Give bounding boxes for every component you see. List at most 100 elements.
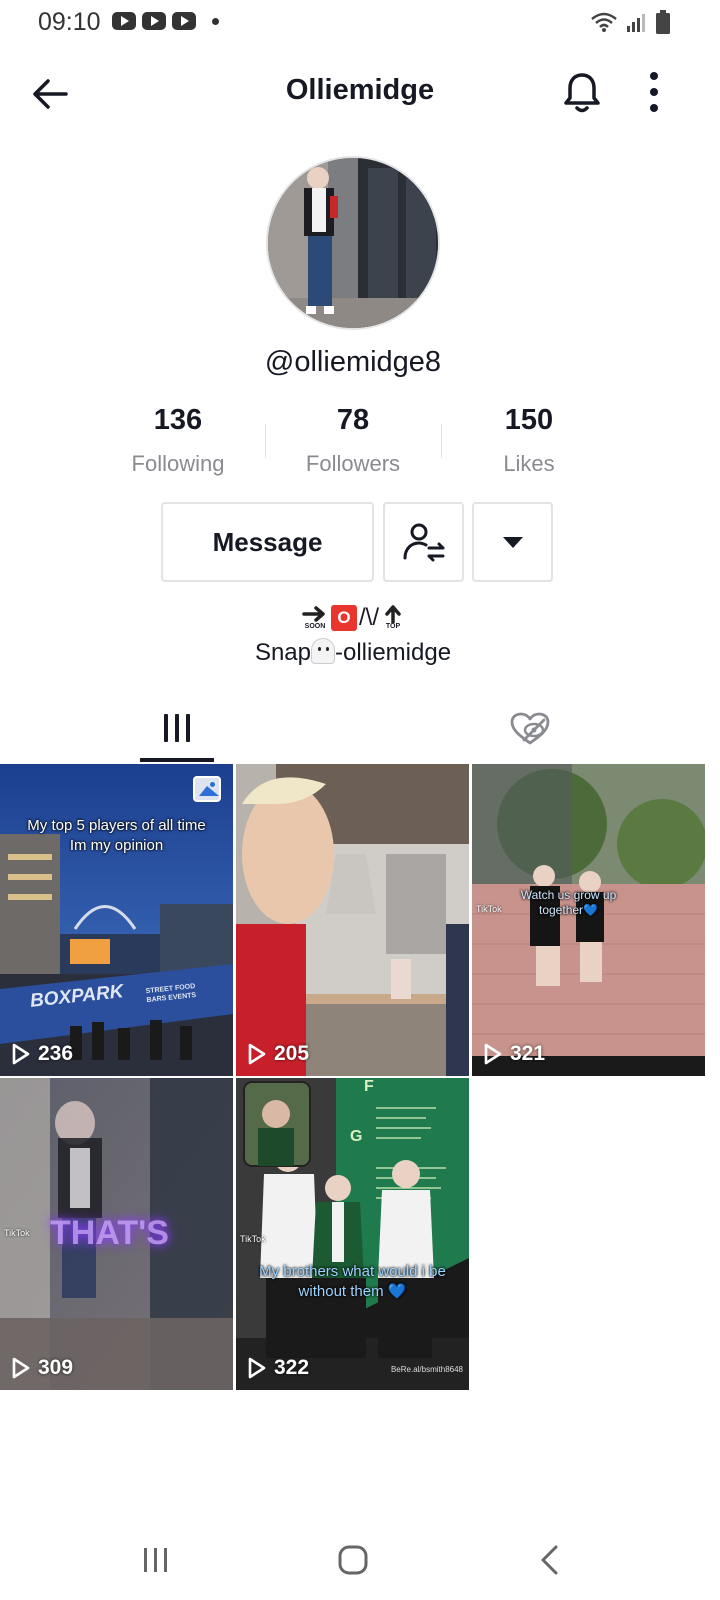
- view-count: 322: [274, 1356, 310, 1379]
- youtube-icon: [112, 12, 136, 30]
- status-app-icons: [112, 12, 219, 30]
- profile-username: @olliemidge8: [264, 346, 442, 378]
- battery-icon: [656, 10, 670, 34]
- hidden-heart-icon: [510, 712, 550, 745]
- tiktok-watermark: TikTok: [4, 1228, 30, 1238]
- profile-actions: Message: [0, 502, 720, 584]
- follow-back-button[interactable]: [383, 502, 464, 582]
- tiktok-watermark-text: TikTok: [4, 1228, 30, 1238]
- grid-icon: [164, 714, 190, 742]
- profile-tabs: [0, 696, 706, 764]
- system-back-button[interactable]: [520, 1536, 580, 1584]
- top-label: TOP: [385, 623, 401, 630]
- top-arrow-emoji: TOP: [381, 605, 405, 631]
- stat-likes[interactable]: 150 Likes: [449, 404, 609, 477]
- caret-down-icon: [502, 537, 523, 548]
- status-time: 09:10: [38, 8, 101, 36]
- suggested-accounts-button[interactable]: [472, 502, 553, 582]
- video-tile[interactable]: BOXPARK STREET FOOD BARS EVENTS My top 5…: [0, 764, 233, 1076]
- tab-liked[interactable]: [496, 704, 564, 764]
- user-switch-icon: [403, 523, 444, 562]
- video-thumbnail: [236, 764, 469, 1076]
- profile-stats: 136 Following 78 Followers 150 Likes: [0, 404, 706, 484]
- tiktok-watermark: TikTok: [240, 1234, 266, 1244]
- soon-arrow-emoji: SOON: [301, 605, 329, 631]
- video-tile[interactable]: TikTok THAT'S 309: [0, 1078, 233, 1390]
- soon-label: SOON: [304, 623, 326, 630]
- home-button[interactable]: [323, 1536, 383, 1584]
- video-caption: My top 5 players of all time Im my opini…: [27, 817, 206, 854]
- notification-dot-icon: [212, 17, 219, 25]
- view-count: 236: [38, 1042, 74, 1065]
- bio-line-1: SOON O /\/ TOP: [0, 604, 706, 632]
- play-icon: [12, 1357, 30, 1379]
- youtube-icon: [142, 12, 166, 30]
- tab-active-indicator: [140, 758, 214, 762]
- wifi-icon: [591, 12, 617, 32]
- recent-apps-icon: [144, 1548, 167, 1572]
- video-views: 205: [248, 1042, 309, 1066]
- page-title: Olliemidge: [285, 74, 435, 106]
- board-letter-g: G: [350, 1128, 363, 1145]
- bio-snap-handle: -olliemidge: [335, 639, 452, 666]
- video-tile[interactable]: 205: [236, 764, 469, 1076]
- top-nav: Olliemidge: [0, 56, 720, 128]
- home-icon: [338, 1545, 368, 1575]
- stat-label: Following: [131, 451, 225, 476]
- tiktok-watermark-text: TikTok: [476, 904, 502, 914]
- play-icon: [12, 1043, 30, 1065]
- video-thumbnail: [472, 764, 705, 1076]
- more-vertical-icon: [650, 72, 658, 112]
- stat-label: Followers: [305, 451, 401, 476]
- avatar-image: [268, 158, 438, 328]
- view-count: 321: [510, 1042, 546, 1065]
- status-bar: 09:10: [0, 0, 720, 44]
- stat-label: Likes: [503, 451, 555, 476]
- video-thumbnail: [0, 764, 233, 1076]
- play-icon: [248, 1043, 266, 1065]
- notifications-button[interactable]: [562, 70, 602, 114]
- profile-avatar[interactable]: [266, 156, 440, 330]
- bio-symbols: /\/: [358, 604, 379, 631]
- video-tile[interactable]: F G TikTok My brothers what would i be w…: [236, 1078, 469, 1390]
- bio-snap-prefix: Snap: [254, 639, 311, 666]
- more-options-button[interactable]: [640, 68, 668, 116]
- video-thumbnail: [236, 1078, 469, 1390]
- play-icon: [484, 1043, 502, 1065]
- bereal-credit: BeRe.al/bsmith8648: [390, 1365, 463, 1374]
- bell-icon: [564, 73, 600, 113]
- youtube-icon: [172, 12, 196, 30]
- stat-followers[interactable]: 78 Followers: [273, 404, 433, 477]
- recent-apps-button[interactable]: [126, 1536, 186, 1584]
- tab-videos[interactable]: [140, 704, 214, 764]
- message-button[interactable]: Message: [161, 502, 374, 582]
- o-letter: O: [337, 608, 351, 627]
- signal-icon: [627, 14, 645, 32]
- board-letter-f: F: [364, 1078, 374, 1095]
- video-caption: THAT'S: [50, 1214, 169, 1252]
- play-icon: [248, 1357, 266, 1379]
- stat-divider: [441, 424, 442, 458]
- video-views: 236: [12, 1042, 73, 1066]
- tiktok-watermark: TikTok: [476, 904, 502, 914]
- o-button-emoji: O: [330, 605, 357, 631]
- bio-line-2: Snap -olliemidge: [0, 638, 706, 667]
- stat-value: 150: [504, 404, 554, 436]
- ghost-emoji: [311, 638, 335, 664]
- view-count: 309: [38, 1356, 74, 1379]
- video-views: 321: [484, 1042, 545, 1066]
- tiktok-watermark-text: TikTok: [240, 1234, 266, 1244]
- chevron-left-icon: [541, 1545, 558, 1575]
- video-views: 322: [248, 1356, 309, 1380]
- video-views: 309: [12, 1356, 73, 1380]
- stat-following[interactable]: 136 Following: [98, 404, 258, 477]
- photo-mode-icon: [193, 776, 221, 802]
- stat-divider: [265, 424, 266, 458]
- video-tile[interactable]: TikTok Watch us grow up together💙 321: [472, 764, 705, 1076]
- stat-value: 136: [153, 404, 203, 436]
- video-caption: My brothers what would i be without them…: [259, 1263, 446, 1300]
- system-nav-bar: [0, 1520, 720, 1600]
- view-count: 205: [274, 1042, 310, 1065]
- video-caption: Watch us grow up together💙: [520, 888, 617, 917]
- stat-value: 78: [336, 404, 370, 436]
